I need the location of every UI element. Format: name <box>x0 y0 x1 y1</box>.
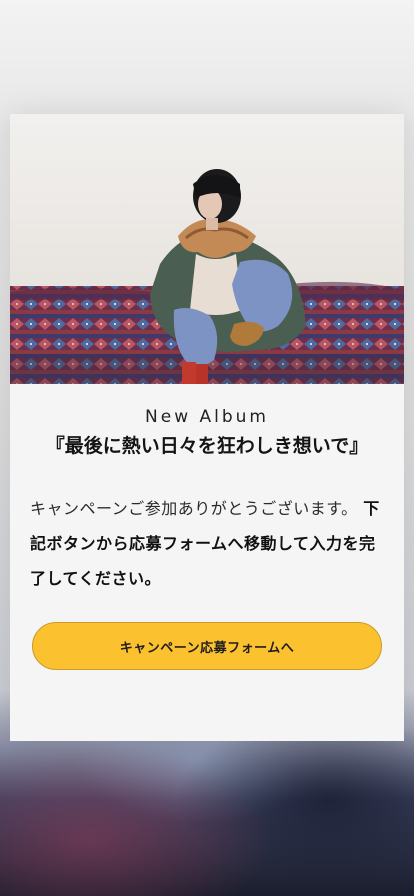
thank-you-message: キャンペーンご参加ありがとうございます。 下記ボタンから応募フォームへ移動して入… <box>30 491 384 601</box>
top-overlay <box>0 0 414 120</box>
album-title: 『最後に熱い日々を狂わしき想いで』 <box>45 435 369 457</box>
artist-photo-illustration <box>10 114 404 384</box>
album-artist-photo <box>10 114 404 384</box>
campaign-modal: New Album 『最後に熱い日々を狂わしき想いで』 キャンペーンご参加ありが… <box>10 114 404 741</box>
page: New Album 『最後に熱い日々を狂わしき想いで』 キャンペーンご参加ありが… <box>0 0 414 896</box>
album-caption: New Album <box>145 407 269 427</box>
message-thanks: キャンペーンご参加ありがとうございます。 <box>30 499 358 518</box>
campaign-form-button-label: キャンペーン応募フォームへ <box>119 640 295 656</box>
campaign-form-button[interactable]: キャンペーン応募フォームへ <box>32 622 382 670</box>
